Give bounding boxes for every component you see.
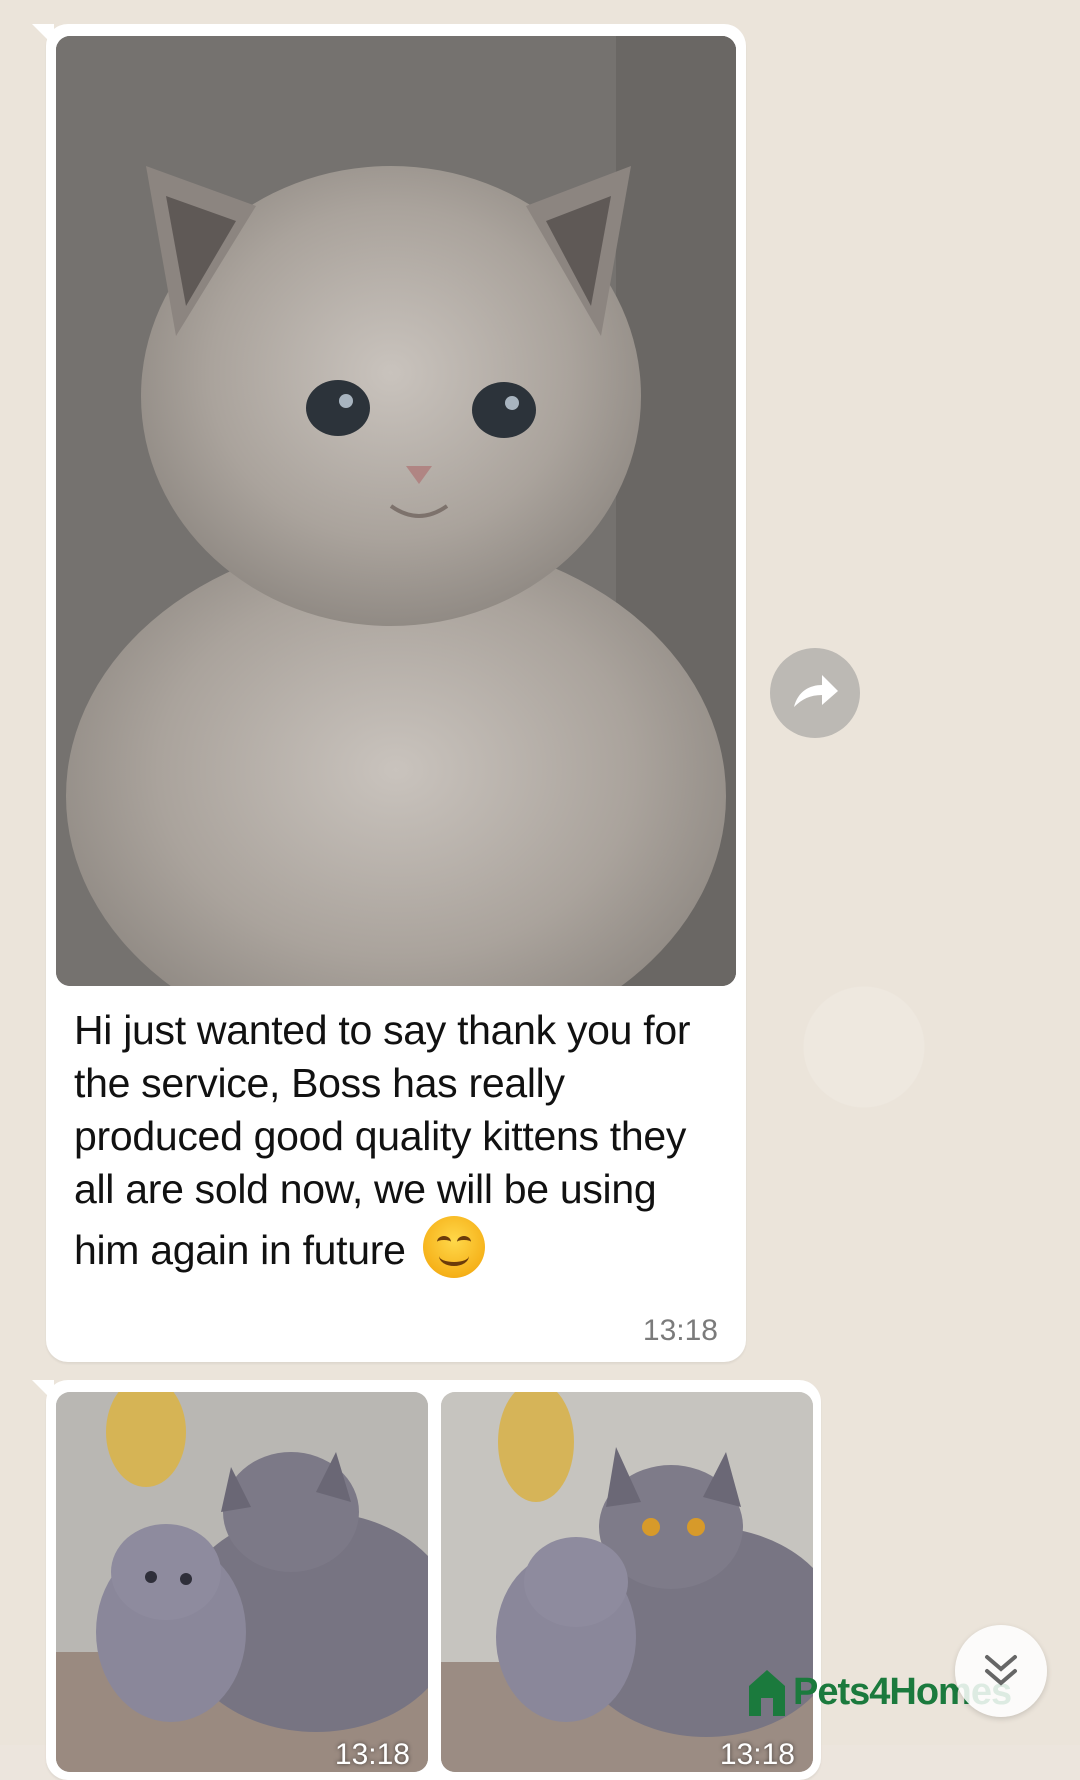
message-timestamp: 13:18 — [642, 1314, 718, 1347]
house-logo-icon — [749, 1670, 785, 1716]
forward-button[interactable] — [770, 648, 860, 738]
incoming-message-bubble[interactable]: Hi just wanted to say thank you for the … — [32, 24, 746, 1362]
image-timestamp: 13:18 — [719, 1738, 795, 1771]
forward-arrow-icon — [794, 675, 838, 707]
smiling-face-emoji — [422, 1216, 485, 1278]
bubble-tail — [32, 1380, 54, 1402]
kitten-photo[interactable] — [56, 36, 736, 986]
message-body: Hi just wanted to say thank you for the … — [74, 1007, 691, 1273]
image-timestamp: 13:18 — [334, 1738, 410, 1771]
bubble-tail — [32, 24, 54, 46]
cat-and-kitten-photo[interactable]: 13:18 — [56, 1392, 428, 1772]
incoming-image-album-bubble[interactable]: 13:18 13:18 — [32, 1380, 821, 1780]
kitten-image — [56, 36, 736, 986]
scroll-to-bottom-button[interactable] — [955, 1625, 1047, 1717]
cat-image — [56, 1392, 428, 1772]
double-chevron-down-icon — [985, 1655, 1017, 1686]
message-text: Hi just wanted to say thank you for the … — [74, 1004, 724, 1278]
